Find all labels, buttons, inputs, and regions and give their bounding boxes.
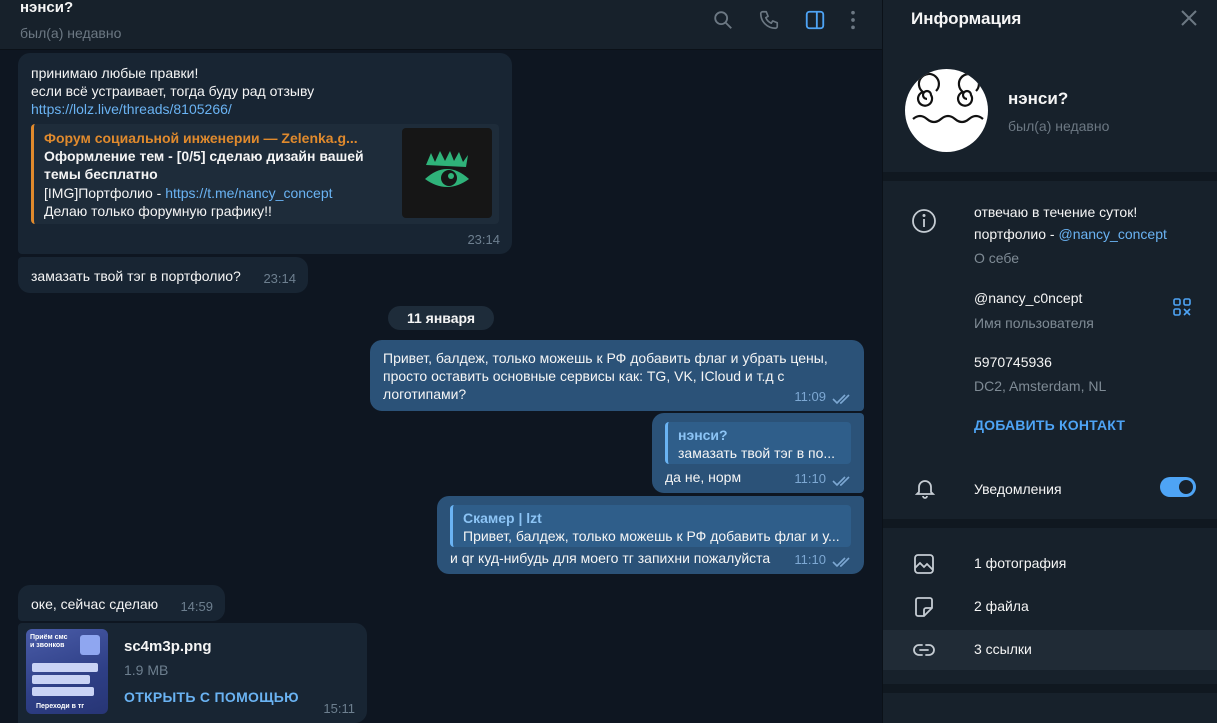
username-label: Имя пользователя	[974, 315, 1094, 331]
username[interactable]: @nancy_c0ncept	[974, 287, 1082, 309]
message-time: 11:09	[794, 389, 826, 404]
message-time: 23:14	[263, 271, 296, 286]
profile-name: нэнси?	[1008, 89, 1069, 108]
qr-code-icon[interactable]	[1172, 297, 1192, 317]
message-text: если всё устраивает, тогда буду рад отзы…	[31, 83, 315, 99]
message-text: да не, норм	[665, 469, 742, 485]
notifications-toggle[interactable]	[1160, 477, 1196, 497]
bell-icon	[913, 476, 937, 500]
bio-text: отвечаю в течение суток! портфолио - @na…	[974, 201, 1167, 245]
section-divider	[883, 172, 1217, 181]
media-label: 1 фотография	[974, 555, 1067, 571]
preview-desc-link[interactable]: https://t.me/nancy_concept	[165, 185, 332, 201]
file-icon	[912, 595, 936, 619]
add-contact-button[interactable]: ДОБАВИТЬ КОНТАКТ	[974, 414, 1125, 436]
thumb-text: Переходи в тг	[36, 703, 85, 710]
datacenter: DC2, Amsterdam, NL	[974, 378, 1107, 394]
read-checkmarks-icon	[832, 476, 850, 487]
more-menu-icon[interactable]	[841, 8, 865, 32]
file-size: 1.9 MB	[124, 662, 169, 678]
file-thumbnail[interactable]: Приём смс и звонков Переходи в тг	[26, 629, 108, 714]
notifications-label: Уведомления	[974, 481, 1062, 497]
reply-author: Скамер | lzt	[463, 510, 542, 526]
avatar[interactable]	[905, 69, 988, 152]
file-name[interactable]: sc4m3p.png	[124, 638, 212, 656]
preview-description-2: Делаю только форумную графику!!	[44, 203, 272, 219]
message-time: 14:59	[180, 599, 213, 614]
message-text: замазать твой тэг в портфолио?	[31, 268, 241, 284]
toggle-knob	[1179, 480, 1193, 494]
preview-thumbnail[interactable]	[402, 128, 492, 218]
reply-author: нэнси?	[678, 427, 728, 443]
sidebar-toggle-icon[interactable]	[803, 8, 827, 32]
thumb-text: и звонков	[30, 642, 65, 649]
chat-header: нэнси? был(а) недавно	[0, 0, 882, 50]
message-time: 15:11	[323, 701, 355, 716]
message-text: и qr куд-нибудь для моего тг запихни пож…	[450, 550, 771, 566]
reply-text: Привет, балдеж, только можешь к РФ добав…	[463, 528, 840, 544]
message-incoming[interactable]: оке, сейчас сделаю 14:59	[18, 585, 225, 621]
phone-icon[interactable]	[757, 8, 781, 32]
thumb-bar	[32, 687, 94, 696]
date-separator: 11 января	[388, 306, 494, 330]
message-outgoing[interactable]: Скамер | lzt Привет, балдеж, только може…	[437, 496, 864, 574]
info-circle-icon	[911, 208, 937, 234]
message-text: Привет, балдеж, только можешь к РФ добав…	[383, 350, 828, 402]
media-links-row[interactable]: 3 ссылки	[883, 630, 1217, 670]
bio-line: отвечаю в течение суток!	[974, 204, 1138, 220]
link-preview[interactable]: Форум социальной инженерии — Zelenka.g..…	[31, 124, 499, 224]
media-photos-row[interactable]: 1 фотография	[883, 544, 1217, 584]
thumb-bar	[32, 663, 98, 672]
thumb-text: Приём смс	[30, 634, 68, 641]
media-label: 2 файла	[974, 598, 1029, 614]
preview-description: [IMG]Портфолио - https://t.me/nancy_conc…	[44, 184, 333, 202]
read-checkmarks-icon	[832, 394, 850, 405]
preview-title: Оформление тем - [0/5] сделаю дизайн ваш…	[44, 148, 364, 182]
message-time: 11:10	[794, 552, 826, 567]
info-title: Информация	[911, 9, 1022, 28]
media-label: 3 ссылки	[974, 641, 1032, 657]
chat-area: нэнси? был(а) недавно принимаю любые пра…	[0, 0, 882, 723]
chat-title[interactable]: нэнси?	[20, 0, 73, 16]
eye-logo-icon	[425, 151, 469, 187]
reply-text: замазать твой тэг в по...	[678, 445, 836, 461]
message-list[interactable]: принимаю любые правки! если всё устраива…	[0, 50, 882, 723]
avatar-face-icon	[912, 72, 984, 124]
reply-quote[interactable]: Скамер | lzt Привет, балдеж, только може…	[450, 505, 851, 547]
section-divider	[883, 684, 1217, 693]
read-checkmarks-icon	[832, 557, 850, 568]
bio-line: портфолио - @nancy_concept	[974, 223, 1167, 245]
message-incoming[interactable]: принимаю любые правки! если всё устраива…	[18, 53, 512, 254]
thumb-bar	[32, 675, 90, 684]
preview-site-name: Форум социальной инженерии — Zelenka.g..…	[44, 130, 358, 146]
profile-status: был(а) недавно	[1008, 118, 1110, 134]
message-link[interactable]: https://lolz.live/threads/8105266/	[31, 100, 232, 118]
message-text: оке, сейчас сделаю	[31, 596, 159, 612]
message-text: принимаю любые правки!	[31, 65, 199, 81]
media-files-row[interactable]: 2 файла	[883, 587, 1217, 627]
message-file[interactable]: Приём смс и звонков Переходи в тг sc4m3p…	[18, 623, 367, 723]
message-incoming[interactable]: замазать твой тэг в портфолио? 23:14	[18, 257, 308, 293]
message-time: 11:10	[794, 471, 826, 486]
chat-status: был(а) недавно	[20, 25, 122, 41]
photo-icon	[912, 552, 936, 576]
reply-quote[interactable]: нэнси? замазать твой тэг в по...	[665, 422, 851, 464]
user-id[interactable]: 5970745936	[974, 351, 1052, 373]
bio-prefix: портфолио -	[974, 226, 1059, 242]
thumb-phone-graphic	[80, 635, 100, 655]
message-time: 23:14	[467, 232, 500, 247]
bio-link[interactable]: @nancy_concept	[1058, 226, 1166, 242]
message-outgoing[interactable]: Привет, балдеж, только можешь к РФ добав…	[370, 340, 864, 411]
message-outgoing[interactable]: нэнси? замазать твой тэг в по... да не, …	[652, 413, 864, 493]
section-divider	[883, 519, 1217, 528]
preview-desc-prefix: [IMG]Портфолио -	[44, 185, 166, 201]
bio-label: О себе	[974, 250, 1020, 266]
link-icon	[912, 638, 936, 662]
search-icon[interactable]	[711, 8, 735, 32]
info-panel: Информация нэнси? был(а) недавно отвечаю…	[882, 0, 1217, 723]
open-with-button[interactable]: ОТКРЫТЬ С ПОМОЩЬЮ	[124, 688, 299, 706]
close-icon[interactable]	[1179, 8, 1199, 28]
